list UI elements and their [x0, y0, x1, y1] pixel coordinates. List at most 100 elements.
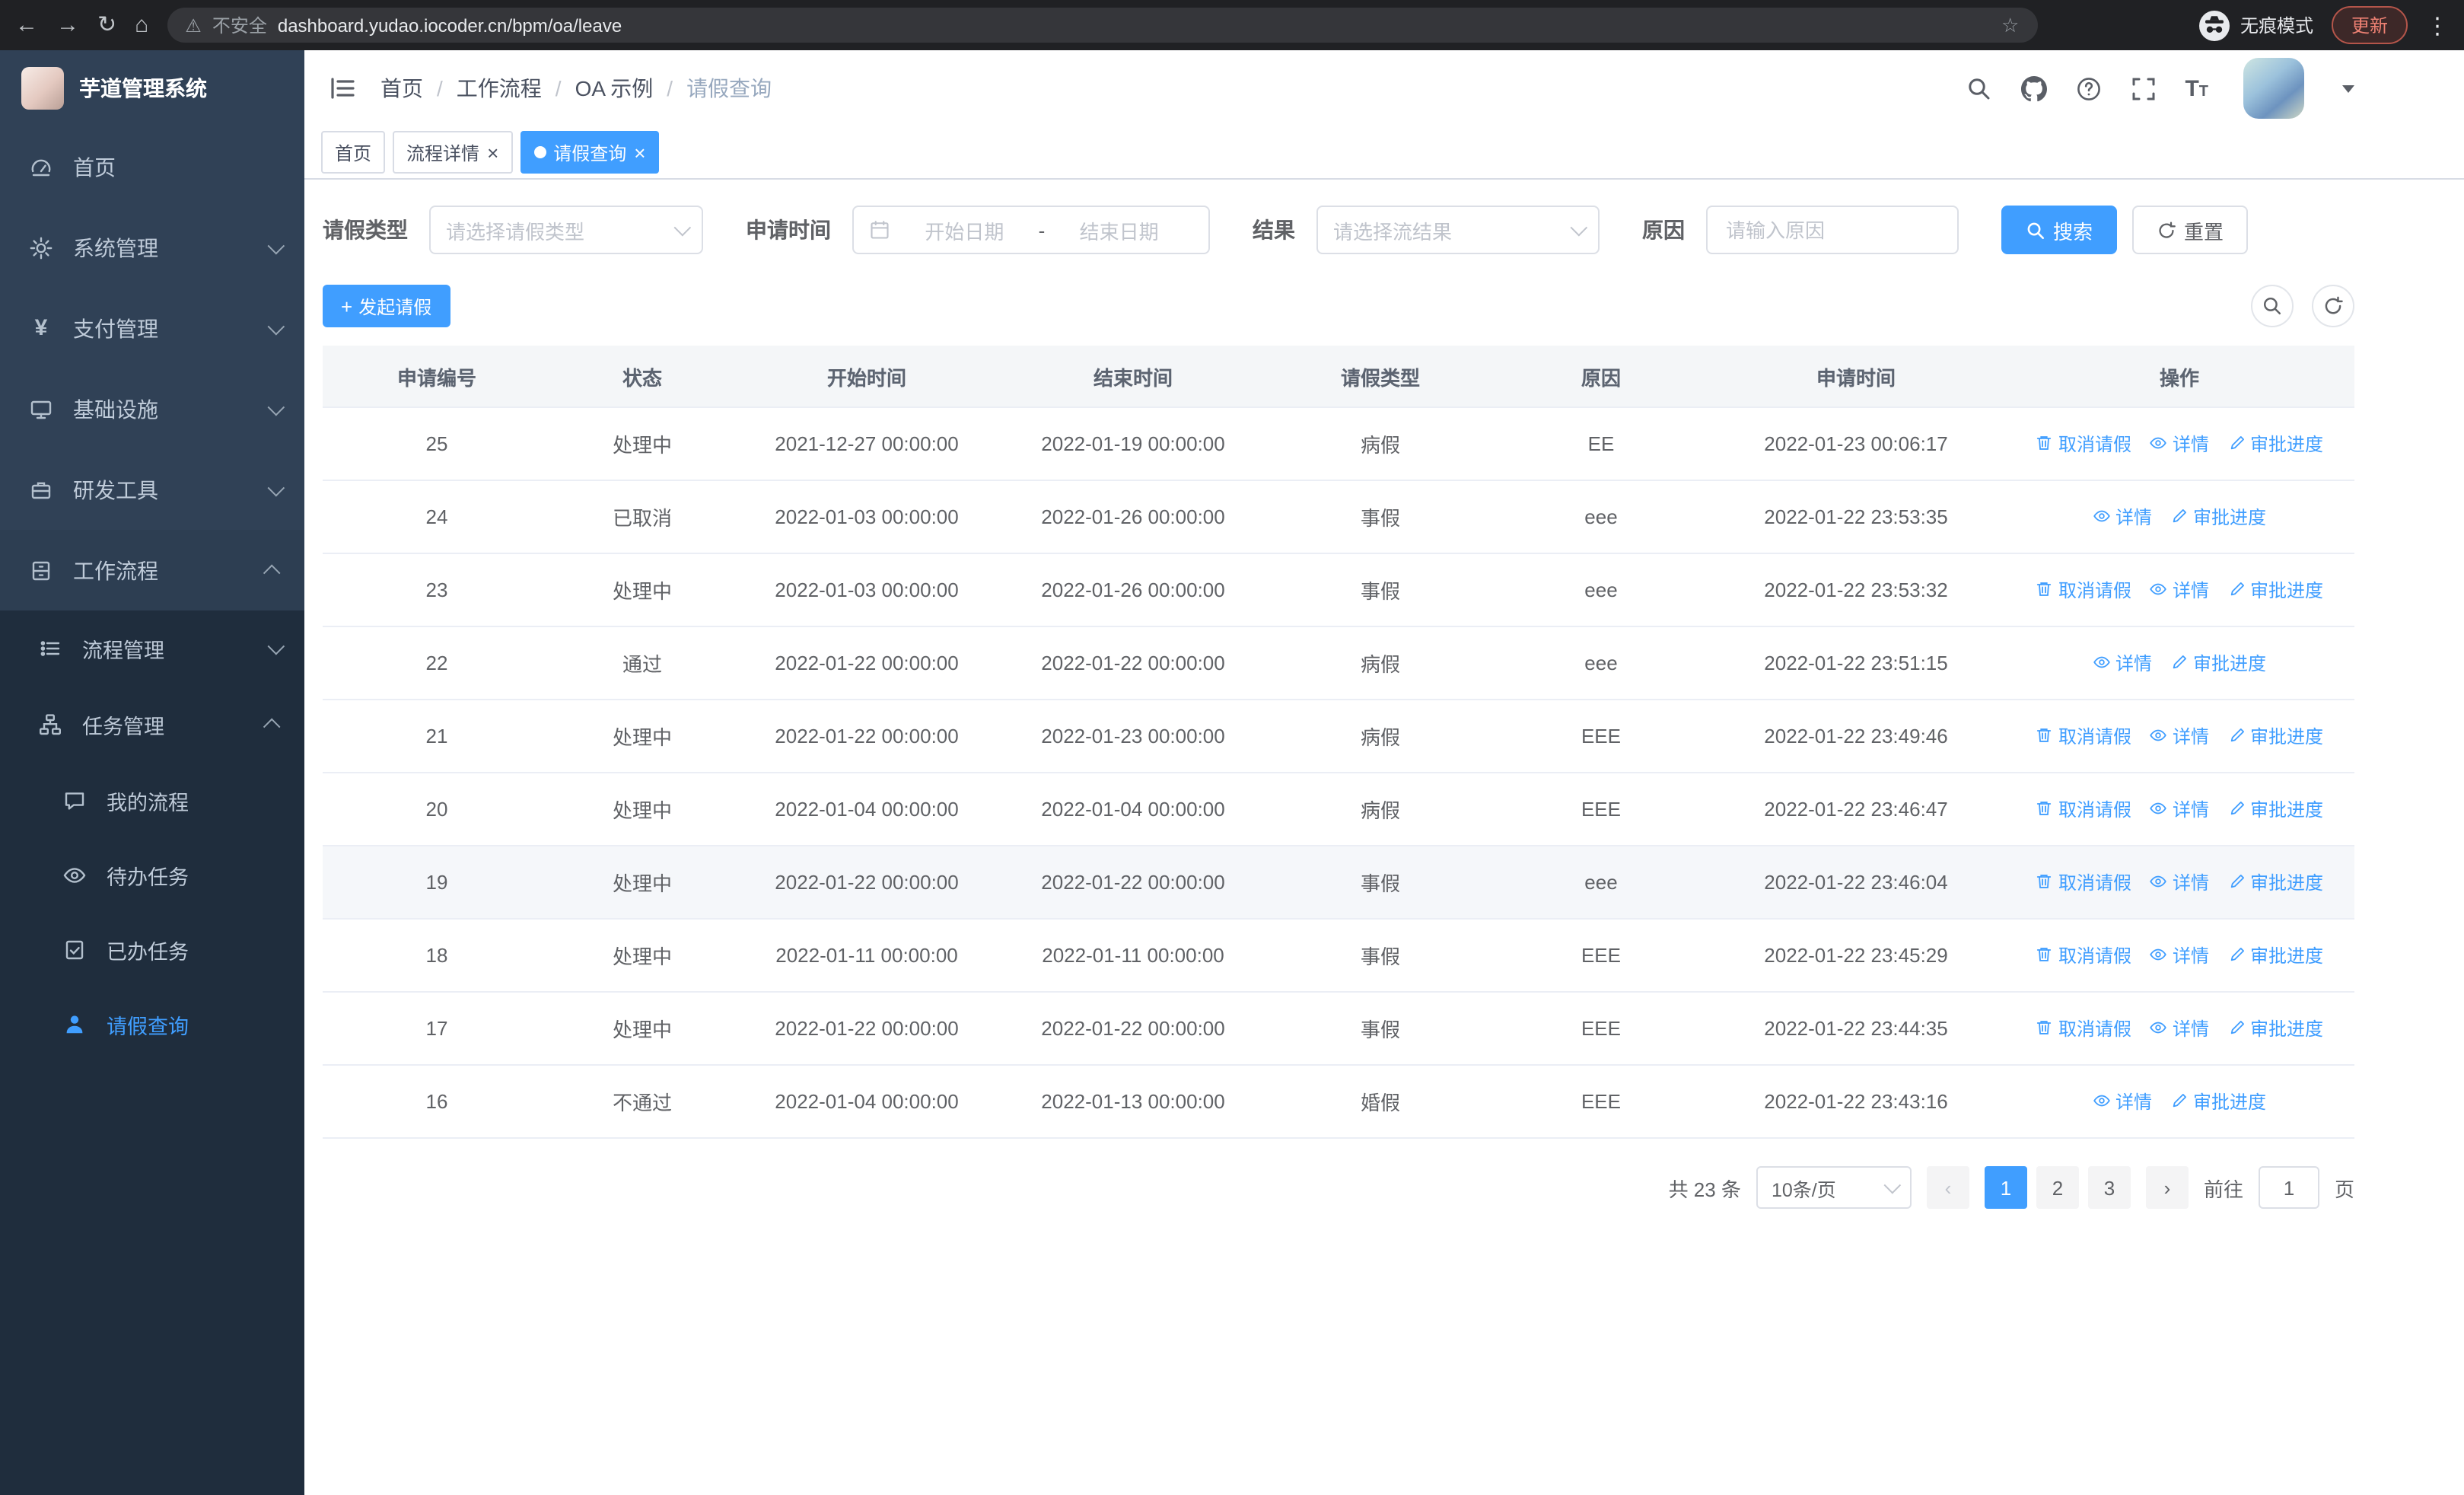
browser-menu-icon[interactable]: ⋮ [2426, 11, 2449, 39]
pager-pages: 123 [1984, 1166, 2131, 1209]
audit-progress-link[interactable]: 审批进度 [2227, 796, 2323, 822]
cell-actions: 详情 审批进度 [2004, 480, 2354, 554]
col-header-start: 开始时间 [734, 346, 1000, 408]
detail-link[interactable]: 详情 [2093, 504, 2152, 530]
filter-leave-type: 请假类型 请选择请假类型 [323, 206, 703, 254]
cell-reason: EEE [1495, 919, 1708, 993]
audit-progress-link[interactable]: 审批进度 [2170, 1089, 2266, 1114]
tab-process-detail[interactable]: 流程详情 × [393, 131, 513, 174]
help-icon[interactable] [2075, 75, 2101, 101]
audit-progress-link[interactable]: 审批进度 [2227, 1015, 2323, 1041]
audit-progress-link[interactable]: 审批进度 [2170, 504, 2266, 530]
url-text[interactable]: dashboard.yudao.iocoder.cn/bpm/oa/leave [278, 14, 622, 36]
audit-progress-link[interactable]: 审批进度 [2227, 431, 2323, 457]
page-size-select[interactable]: 10条/页 [1756, 1166, 1912, 1209]
tab-leave-query[interactable]: 请假查询 × [520, 131, 660, 174]
update-button[interactable]: 更新 [2331, 6, 2408, 44]
detail-link[interactable]: 详情 [2150, 869, 2209, 895]
page-button-3[interactable]: 3 [2087, 1166, 2131, 1209]
sidebar-item-todo-tasks[interactable]: 待办任务 [0, 837, 304, 912]
browser-forward-icon[interactable]: → [56, 14, 79, 37]
browser-back-icon[interactable]: ← [15, 14, 38, 37]
address-bar[interactable]: ⚠ 不安全 dashboard.yudao.iocoder.cn/bpm/oa/… [167, 8, 2038, 43]
sidebar-item-workflow[interactable]: 工作流程 [0, 530, 304, 610]
audit-progress-link[interactable]: 审批进度 [2227, 942, 2323, 968]
sidebar-item-home[interactable]: 首页 [0, 126, 304, 207]
sidebar-toggle-icon[interactable] [304, 75, 380, 102]
sidebar-item-done-tasks[interactable]: 已办任务 [0, 912, 304, 987]
breadcrumb-item[interactable]: 工作流程 [457, 73, 542, 104]
eye-icon [2093, 511, 2110, 522]
sidebar-item-payment[interactable]: ¥ 支付管理 [0, 288, 304, 368]
detail-link[interactable]: 详情 [2150, 1015, 2209, 1041]
cancel-leave-link[interactable]: 取消请假 [2036, 869, 2131, 895]
github-icon[interactable] [2020, 75, 2047, 101]
detail-link[interactable]: 详情 [2150, 431, 2209, 457]
search-icon[interactable] [1966, 75, 1991, 101]
next-page-button[interactable]: › [2145, 1166, 2189, 1209]
audit-progress-link[interactable]: 审批进度 [2227, 723, 2323, 749]
reset-button[interactable]: 重置 [2132, 206, 2249, 254]
table-row: 23 处理中 2022-01-03 00:00:00 2022-01-26 00:00… [323, 553, 2354, 627]
breadcrumb-item[interactable]: OA 示例 [575, 73, 654, 104]
detail-link[interactable]: 详情 [2093, 650, 2152, 676]
incognito-badge: 无痕模式 [2198, 10, 2313, 40]
goto-page-input[interactable] [2258, 1166, 2319, 1209]
breadcrumb-item[interactable]: 首页 [380, 73, 423, 104]
sidebar-item-my-processes[interactable]: 我的流程 [0, 763, 304, 837]
fullscreen-icon[interactable] [2130, 75, 2156, 101]
avatar-caret-down-icon[interactable] [2342, 84, 2354, 92]
close-icon[interactable]: × [487, 142, 498, 162]
page-button-2[interactable]: 2 [2036, 1166, 2079, 1209]
leave-type-select[interactable]: 请选择请假类型 [429, 206, 703, 254]
edit-icon [2230, 875, 2243, 888]
reason-input[interactable] [1723, 217, 1942, 243]
cancel-leave-link[interactable]: 取消请假 [2036, 796, 2131, 822]
sidebar-item-task-management[interactable]: 任务管理 [0, 687, 304, 763]
cell-start: 2022-01-04 00:00:00 [734, 1065, 1000, 1139]
cancel-leave-link[interactable]: 取消请假 [2036, 942, 2131, 968]
result-select[interactable]: 请选择流结果 [1316, 206, 1600, 254]
sidebar-item-infrastructure[interactable]: 基础设施 [0, 368, 304, 449]
browser-reload-icon[interactable]: ↻ [97, 14, 116, 37]
cancel-leave-link[interactable]: 取消请假 [2036, 723, 2131, 749]
cell-start: 2021-12-27 00:00:00 [734, 407, 1000, 481]
toggle-search-icon[interactable] [2251, 285, 2294, 327]
cell-id: 23 [323, 553, 551, 627]
cancel-leave-link[interactable]: 取消请假 [2036, 577, 2131, 603]
detail-link[interactable]: 详情 [2093, 1089, 2152, 1114]
cell-type: 婚假 [1266, 1065, 1495, 1139]
sidebar-item-process-management[interactable]: 流程管理 [0, 610, 304, 687]
reason-input-box [1706, 206, 1959, 254]
detail-link[interactable]: 详情 [2150, 796, 2209, 822]
audit-progress-link[interactable]: 审批进度 [2227, 869, 2323, 895]
cancel-leave-link[interactable]: 取消请假 [2036, 431, 2131, 457]
trash-icon [2037, 1021, 2052, 1035]
detail-link[interactable]: 详情 [2150, 577, 2209, 603]
detail-link[interactable]: 详情 [2150, 942, 2209, 968]
audit-progress-link[interactable]: 审批进度 [2227, 577, 2323, 603]
tab-home[interactable]: 首页 [321, 131, 386, 174]
active-tab-dot [533, 146, 546, 158]
refresh-table-icon[interactable] [2312, 285, 2354, 327]
page-button-1[interactable]: 1 [1984, 1166, 2027, 1209]
prev-page-button[interactable]: ‹ [1926, 1166, 1969, 1209]
close-icon[interactable]: × [634, 142, 645, 162]
search-button[interactable]: 搜索 [2001, 206, 2118, 254]
clipboard-check-icon [61, 937, 88, 961]
date-range-picker[interactable]: 开始日期 - 结束日期 [852, 206, 1210, 254]
browser-home-icon[interactable]: ⌂ [135, 14, 148, 37]
chevron-down-icon [1570, 218, 1588, 237]
security-warning-label[interactable]: 不安全 [212, 12, 267, 38]
sidebar-item-system[interactable]: 系统管理 [0, 207, 304, 288]
detail-link[interactable]: 详情 [2150, 723, 2209, 749]
cancel-leave-link[interactable]: 取消请假 [2036, 1015, 2131, 1041]
font-size-icon[interactable]: TT [2185, 77, 2208, 100]
create-leave-button[interactable]: + 发起请假 [323, 285, 450, 327]
sidebar-item-leave-query[interactable]: 请假查询 [0, 987, 304, 1061]
audit-progress-link[interactable]: 审批进度 [2170, 650, 2266, 676]
eye-icon [2150, 730, 2167, 741]
bookmark-star-icon[interactable]: ☆ [2001, 13, 2019, 37]
avatar[interactable] [2243, 58, 2304, 119]
sidebar-item-devtools[interactable]: 研发工具 [0, 449, 304, 530]
